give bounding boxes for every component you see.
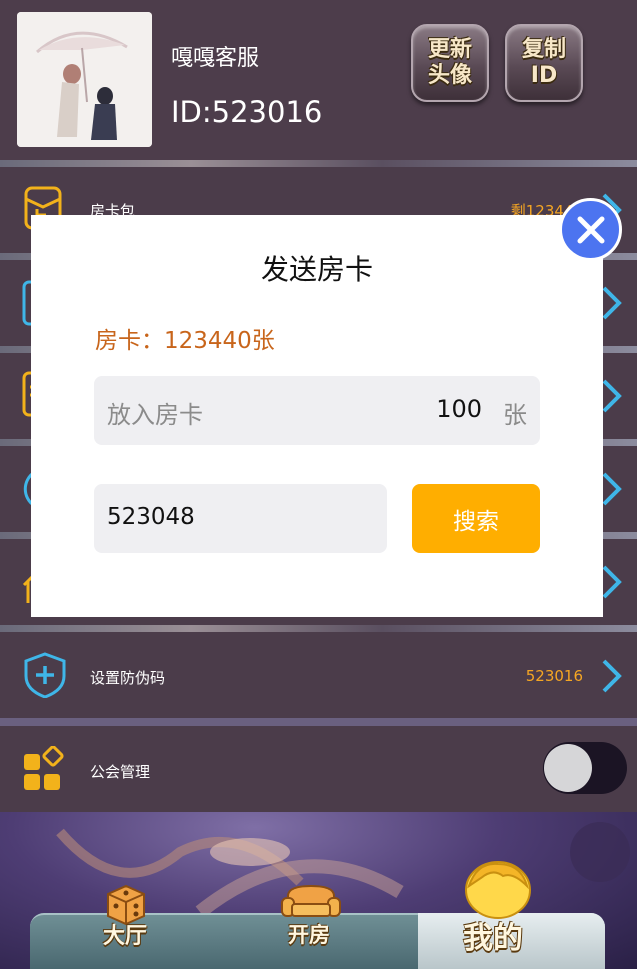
card-balance-text: 房卡：123440张 xyxy=(95,328,275,354)
search-button[interactable]: 搜索 xyxy=(412,484,540,553)
card-quantity-field[interactable]: 放入房卡 100 张 xyxy=(94,376,540,445)
card-quantity-unit: 张 xyxy=(503,401,527,429)
user-id-value[interactable]: 523048 xyxy=(107,504,195,530)
card-quantity-placeholder: 放入房卡 xyxy=(107,401,203,429)
card-quantity-value[interactable]: 100 xyxy=(436,395,482,423)
user-id-field[interactable]: 523048 xyxy=(94,484,387,553)
send-card-dialog: 发送房卡 房卡：123440张 放入房卡 100 张 523048 搜索 xyxy=(31,215,603,617)
dialog-title: 发送房卡 xyxy=(260,253,373,286)
close-icon xyxy=(577,216,604,243)
close-button[interactable] xyxy=(559,198,622,261)
